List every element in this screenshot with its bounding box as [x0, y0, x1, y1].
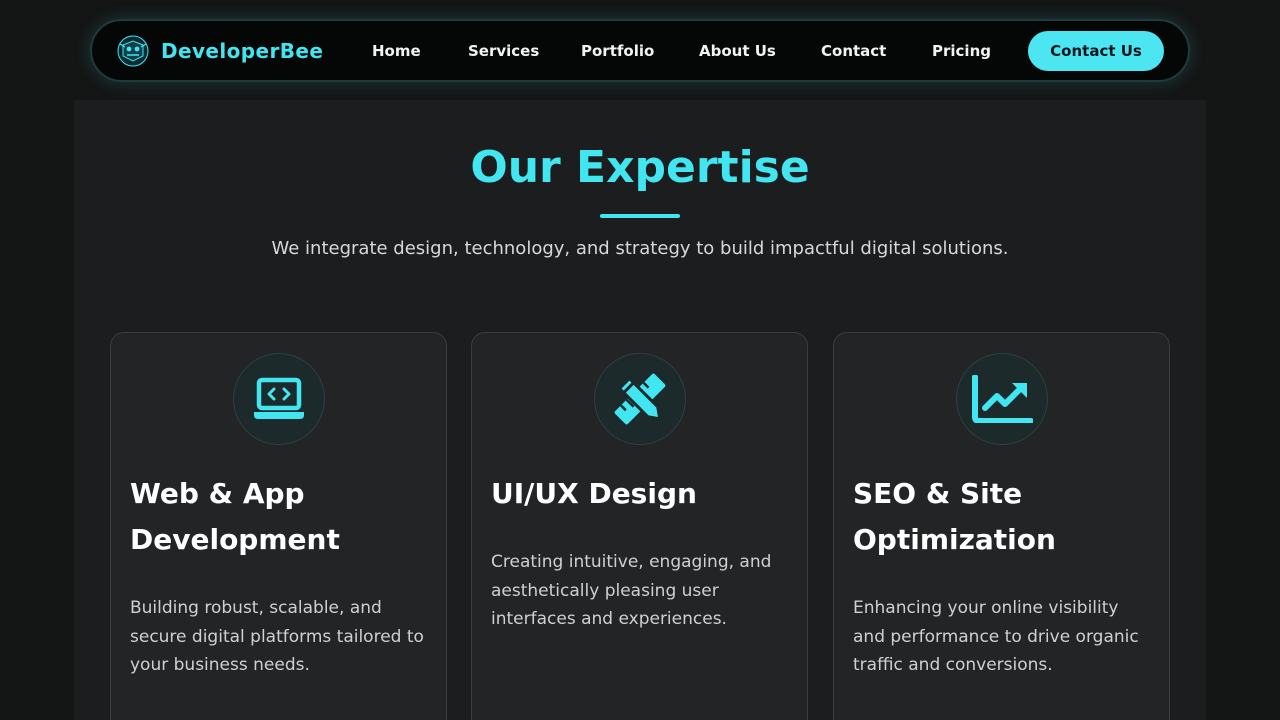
card-title: Web & App Development [130, 477, 340, 556]
card-description: Creating intuitive, engaging, and aesthe… [491, 552, 772, 629]
section-title: Our Expertise [470, 142, 810, 193]
title-underline [600, 214, 680, 218]
service-card-ui-ux[interactable]: UI/UX Design Creating intuitive, engagin… [471, 332, 808, 720]
top-navbar: DeveloperBee Home Services Portfolio Abo… [90, 19, 1190, 82]
section-subtitle: We integrate design, technology, and str… [271, 238, 1009, 259]
card-description: Enhancing your online visibility and per… [853, 598, 1139, 675]
service-card-web-app[interactable]: Web & App Development Building robust, s… [110, 332, 447, 720]
service-card-seo[interactable]: SEO & Site Optimization Enhancing your o… [833, 332, 1170, 720]
chart-line-up-icon [956, 353, 1048, 445]
design-pencil-ruler-icon [594, 353, 686, 445]
nav-link-home[interactable]: Home [372, 42, 421, 60]
card-title: UI/UX Design [491, 477, 697, 510]
nav-link-services[interactable]: Services [468, 42, 539, 60]
nav-link-about-us[interactable]: About Us [699, 42, 776, 60]
contact-us-button[interactable]: Contact Us [1028, 31, 1164, 71]
bee-logo-icon [116, 34, 150, 68]
brand-logo[interactable]: DeveloperBee [116, 34, 323, 68]
laptop-code-icon [233, 353, 325, 445]
nav-link-contact[interactable]: Contact [821, 42, 886, 60]
nav-link-pricing[interactable]: Pricing [932, 42, 991, 60]
card-description: Building robust, scalable, and secure di… [130, 598, 424, 675]
expertise-section: Our Expertise We integrate design, techn… [74, 100, 1206, 720]
nav-link-portfolio[interactable]: Portfolio [581, 42, 654, 60]
card-title: SEO & Site Optimization [853, 477, 1056, 556]
brand-name: DeveloperBee [161, 38, 324, 63]
